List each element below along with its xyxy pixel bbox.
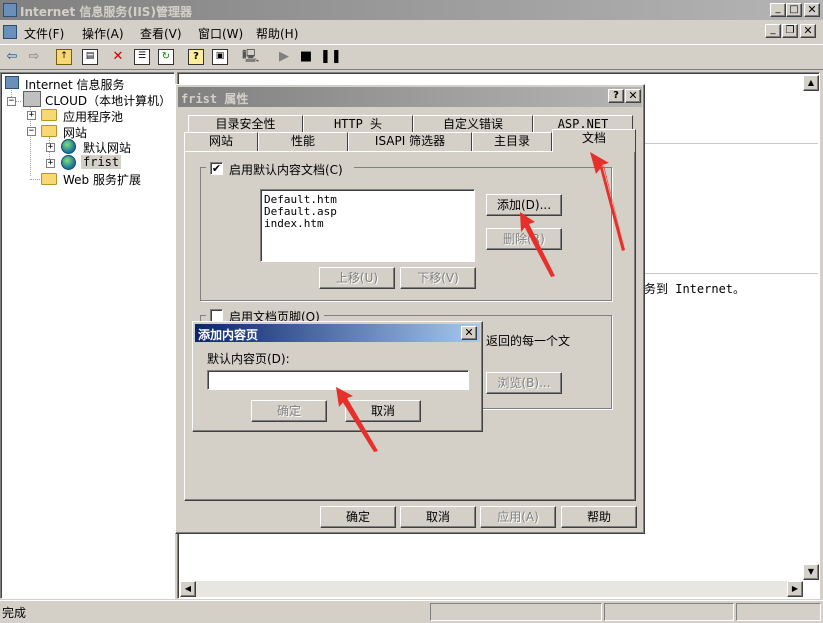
vscroll-up[interactable]: ▲ — [803, 75, 819, 91]
hscroll-left[interactable]: ◀ — [180, 581, 196, 597]
add-content-dialog: 添加内容页 ✕ 默认内容页(D): 确定 取消 — [192, 321, 483, 432]
tree-computer-label[interactable]: CLOUD（本地计算机） — [45, 92, 171, 109]
maximize-button[interactable]: □ — [786, 3, 802, 17]
statusbar: 完成 — [0, 600, 823, 623]
properties-title: frist 属性 — [181, 92, 249, 106]
menu-window[interactable]: 窗口(W) — [198, 25, 243, 42]
tree-web-ext-label[interactable]: Web 服务扩展 — [63, 171, 141, 188]
status-panel — [736, 603, 821, 621]
add-dialog-ok-button[interactable]: 确定 — [251, 400, 327, 422]
console-icon[interactable]: ▣ — [212, 49, 228, 65]
menubar: 文件(F) 操作(A) 查看(V) 窗口(W) 帮助(H) _ ❐ ✕ — [0, 21, 823, 43]
expander-app-pools[interactable]: + — [27, 111, 36, 120]
browse-button[interactable]: 浏览(B)... — [486, 372, 562, 394]
pause-icon[interactable]: ❚❚ — [320, 49, 342, 65]
folder-open-icon — [41, 125, 57, 137]
expander-websites[interactable]: − — [27, 127, 36, 136]
add-dialog-cancel-button[interactable]: 取消 — [345, 400, 421, 422]
default-page-input[interactable] — [207, 370, 469, 390]
mdi-close-button[interactable]: ✕ — [800, 24, 816, 38]
remove-doc-button[interactable]: 删除(R) — [486, 228, 562, 250]
back-icon[interactable]: ⇦ — [4, 49, 20, 65]
up-folder-icon[interactable]: ↑ — [56, 49, 72, 65]
tree-default-site-label[interactable]: 默认网站 — [83, 139, 131, 156]
menu-file[interactable]: 文件(F) — [24, 25, 64, 42]
status-text: 完成 — [2, 606, 27, 620]
menu-action[interactable]: 操作(A) — [82, 25, 124, 42]
play-icon[interactable]: ▶ — [276, 49, 292, 65]
tree-pane: Internet 信息服务 − CLOUD（本地计算机） + 应用程序池 − 网… — [0, 72, 175, 599]
menu-view[interactable]: 查看(V) — [140, 25, 182, 42]
mdi-restore-button[interactable]: ❐ — [782, 24, 798, 38]
tab-documents[interactable]: 文档 — [552, 129, 636, 152]
stop-icon[interactable]: ■ — [298, 49, 314, 65]
toolbar: ⇦ ⇨ ↑ ▤ ✕ ☰ ↻ ? ▣ 🖳 ▶ ■ ❚❚ — [0, 44, 823, 70]
properties-help-button[interactable]: ? — [608, 89, 624, 103]
main-window-title: Internet 信息服务(IIS)管理器 — [20, 5, 192, 19]
content-header-rule — [638, 143, 818, 144]
tab-isapi-filters[interactable]: ISAPI 筛选器 — [348, 132, 472, 151]
show-tree-icon[interactable]: ▤ — [82, 49, 98, 65]
properties-dialog: frist 属性 ? ✕ 目录安全性 HTTP 头 自定义错误 ASP.NET … — [175, 84, 645, 534]
folder-icon — [41, 109, 57, 121]
ok-button[interactable]: 确定 — [320, 506, 396, 528]
tab-performance[interactable]: 性能 — [258, 132, 348, 151]
website-icon — [61, 139, 76, 154]
add-dialog-close-button[interactable]: ✕ — [461, 326, 477, 340]
move-up-button[interactable]: 上移(U) — [319, 267, 395, 289]
computer-icon[interactable]: 🖳 — [242, 49, 259, 65]
default-page-label: 默认内容页(D): — [207, 352, 290, 366]
tree-app-pools-label[interactable]: 应用程序池 — [63, 108, 123, 125]
add-doc-button[interactable]: 添加(D)... — [486, 194, 562, 216]
help-icon[interactable]: ? — [188, 49, 204, 65]
move-down-button[interactable]: 下移(V) — [400, 267, 476, 289]
delete-icon[interactable]: ✕ — [110, 49, 126, 65]
apply-button[interactable]: 应用(A) — [480, 506, 556, 528]
status-panel — [430, 603, 602, 621]
list-item[interactable]: index.htm — [264, 217, 324, 230]
mdi-minimize-button[interactable]: _ — [765, 24, 781, 38]
hscroll-right[interactable]: ▶ — [787, 581, 803, 597]
refresh-icon[interactable]: ↻ — [158, 49, 174, 65]
enable-default-doc-checkbox[interactable]: ✔ — [210, 162, 223, 175]
computer-icon — [23, 91, 41, 107]
properties-icon[interactable]: ☰ — [134, 49, 150, 65]
cancel-button[interactable]: 取消 — [400, 506, 476, 528]
menu-help[interactable]: 帮助(H) — [256, 25, 298, 42]
website-icon — [61, 155, 76, 170]
footer-description: 返回的每一个文 — [486, 334, 571, 348]
forward-icon[interactable]: ⇨ — [26, 49, 42, 65]
close-button[interactable]: ✕ — [804, 3, 820, 17]
enable-default-doc-label[interactable]: 启用默认内容文档(C) — [229, 161, 343, 178]
expander-frist[interactable]: + — [46, 159, 55, 168]
menu-icon — [3, 25, 17, 39]
add-dialog-title: 添加内容页 — [198, 328, 259, 342]
expander-default-site[interactable]: + — [46, 143, 55, 152]
vscroll-down[interactable]: ▼ — [803, 564, 819, 580]
help-button[interactable]: 帮助 — [561, 506, 637, 528]
tab-home-directory[interactable]: 主目录 — [472, 132, 552, 151]
iis-app-icon — [3, 3, 17, 17]
expander-computer[interactable]: − — [7, 97, 16, 106]
content-rule — [638, 273, 818, 274]
content-text: 务到 Internet。 — [644, 282, 746, 296]
hscroll-track[interactable] — [196, 581, 787, 597]
properties-close-button[interactable]: ✕ — [625, 89, 641, 103]
minimize-button[interactable]: _ — [770, 3, 786, 17]
folder-icon — [41, 173, 57, 185]
status-panel — [604, 603, 734, 621]
iis-root-icon — [5, 76, 19, 89]
default-docs-list[interactable]: Default.htm Default.asp index.htm — [260, 189, 475, 262]
tree-frist-label[interactable]: frist — [81, 155, 122, 169]
tab-website[interactable]: 网站 — [184, 132, 258, 151]
